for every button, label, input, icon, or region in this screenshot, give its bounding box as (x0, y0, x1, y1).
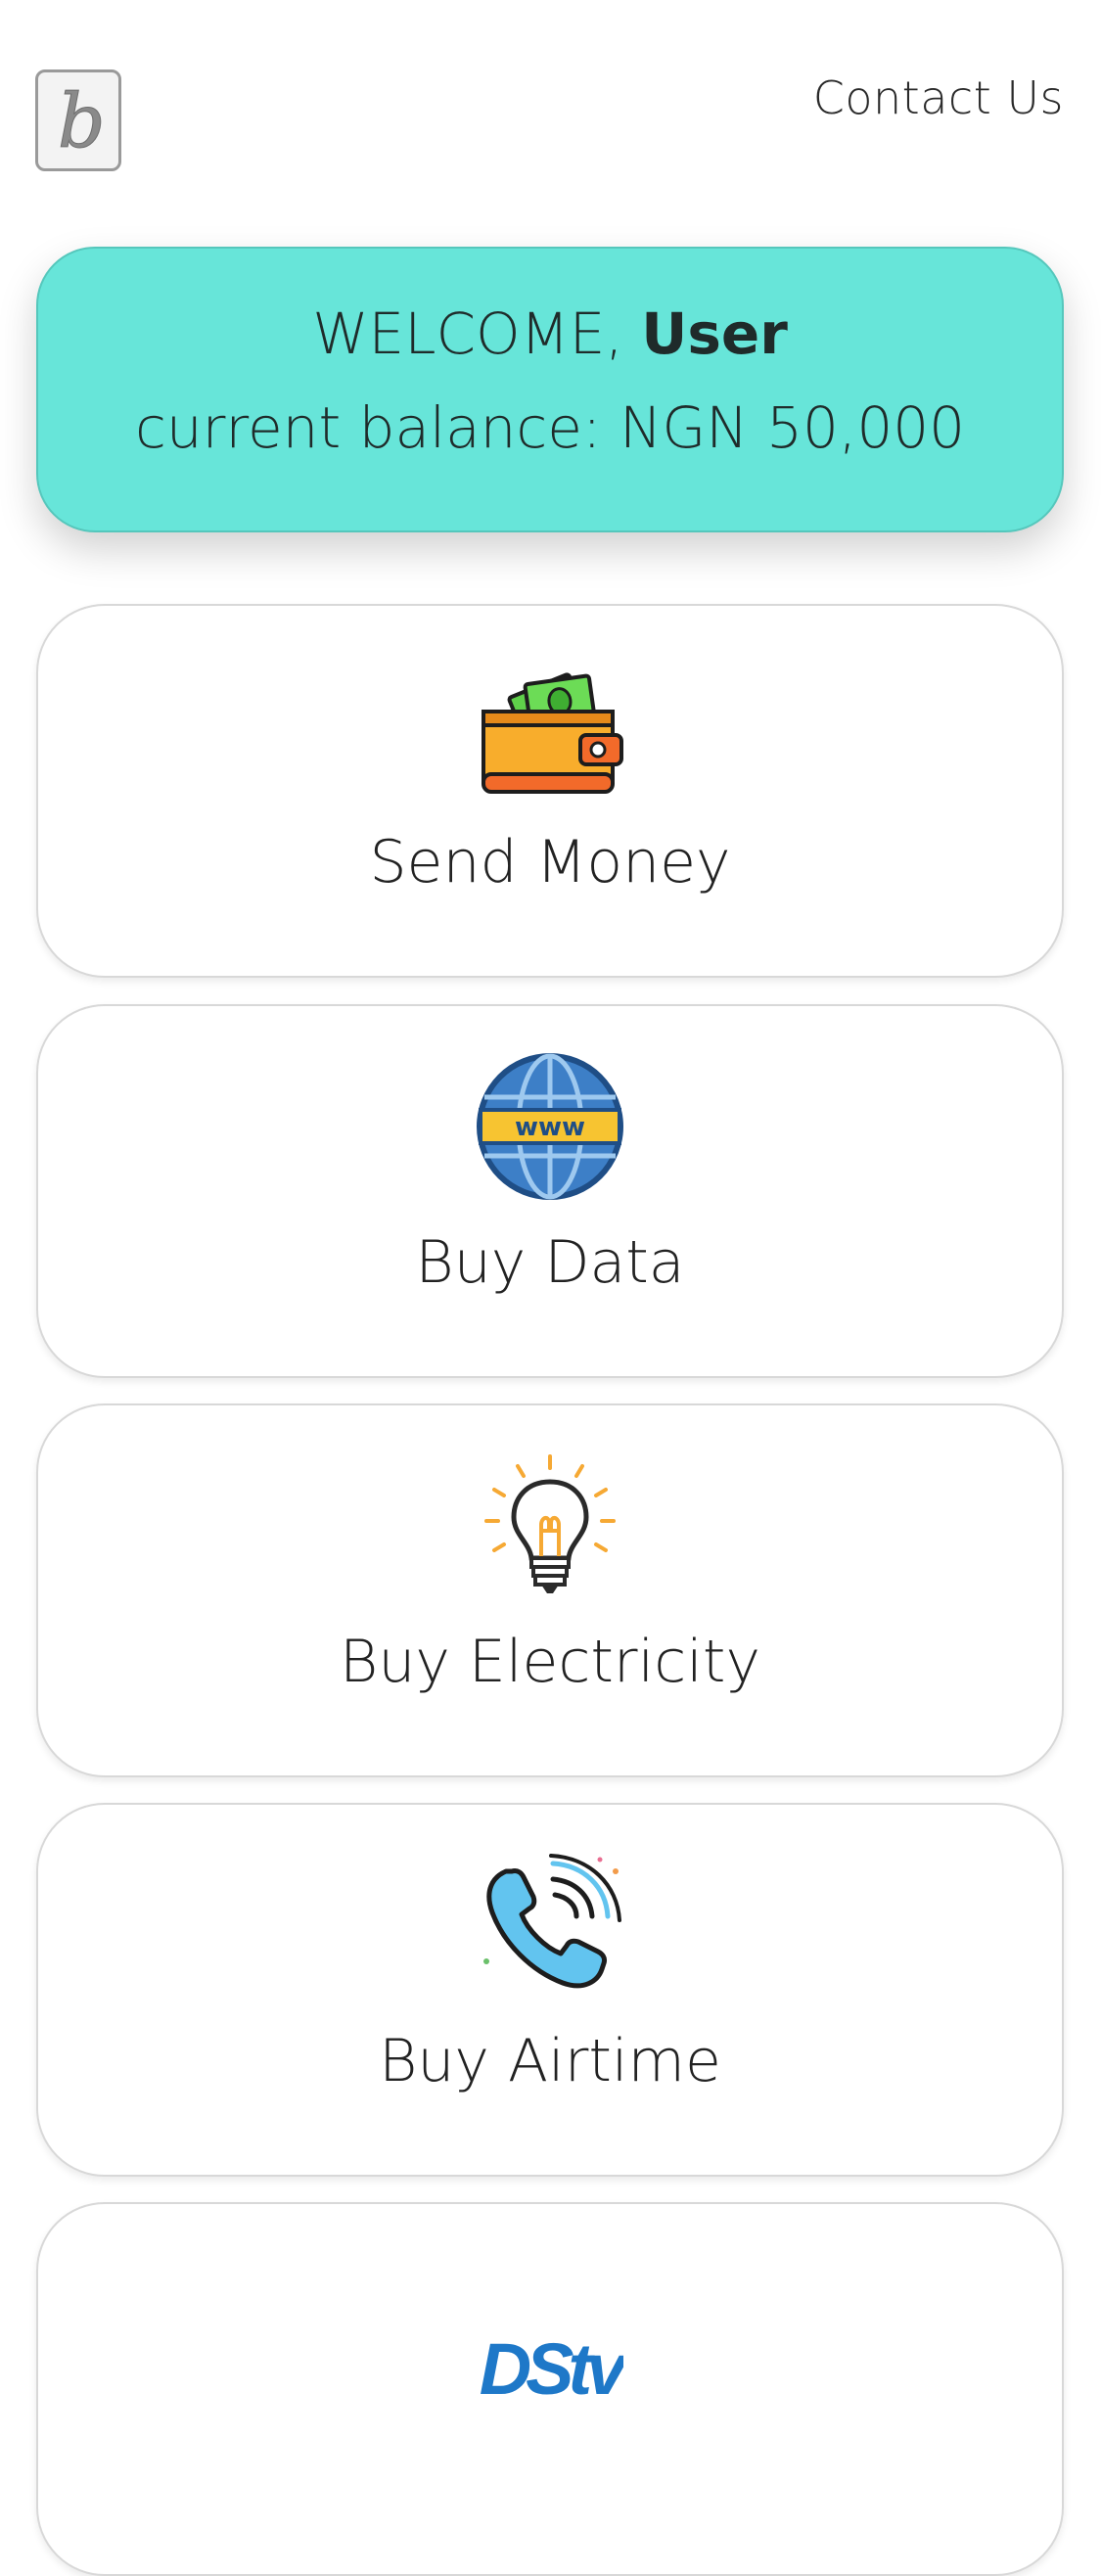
buy-airtime-label: Buy Airtime (379, 2027, 721, 2095)
lightbulb-icon (484, 1454, 616, 1593)
contact-us-link[interactable]: Contact Us (813, 69, 1064, 127)
wallet-icon (482, 672, 623, 794)
dstv-button[interactable]: DStv (36, 2202, 1064, 2576)
top-bar: b Contact Us (0, 0, 1101, 196)
welcome-balance-card: WELCOME, User current balance: NGN 50,00… (36, 247, 1064, 532)
globe-www-icon: www (477, 1053, 623, 1200)
buy-airtime-button[interactable]: Buy Airtime (36, 1803, 1064, 2177)
dstv-logo-icon: DStv (480, 2328, 623, 2398)
welcome-text: WELCOME, User (312, 300, 788, 367)
buy-electricity-label: Buy Electricity (340, 1628, 760, 1696)
send-money-label: Send Money (369, 828, 731, 897)
phone-icon (483, 1854, 621, 1989)
buy-data-label: Buy Data (415, 1228, 685, 1297)
app-logo[interactable]: b (35, 69, 121, 171)
balance-text: current balance: NGN 50,000 (134, 394, 966, 461)
svg-text:www: www (515, 1113, 585, 1142)
logo-b-icon: b (58, 78, 107, 162)
svg-text:DStv: DStv (480, 2328, 623, 2398)
buy-electricity-button[interactable]: Buy Electricity (36, 1403, 1064, 1777)
buy-data-button[interactable]: www Buy Data (36, 1004, 1064, 1378)
send-money-button[interactable]: Send Money (36, 604, 1064, 978)
svg-text:b: b (58, 78, 106, 162)
user-name: User (641, 300, 788, 367)
